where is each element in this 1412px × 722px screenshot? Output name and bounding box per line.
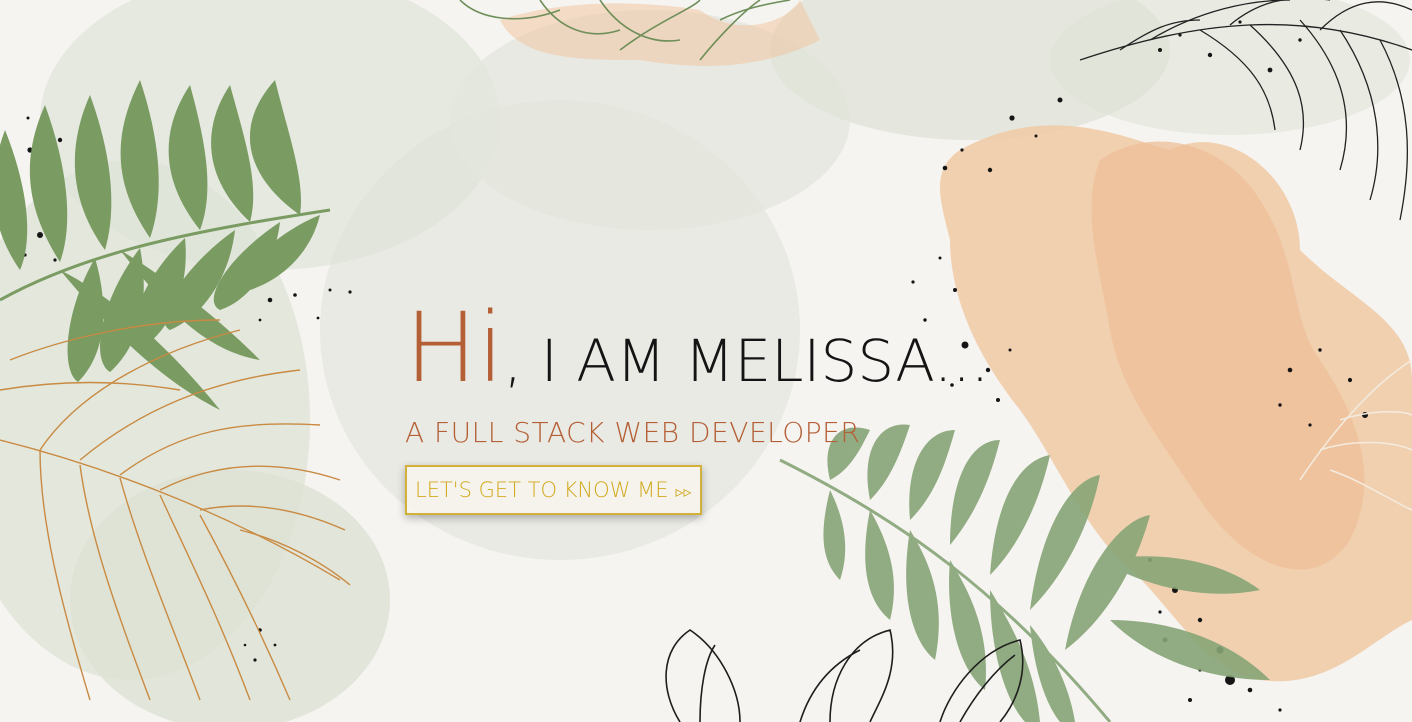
landing-page: Hi, I AM MELISSA... A FULL STACK WEB DEV… [0,0,1412,722]
double-chevron-right-icon: ▹▹ [675,481,692,501]
get-to-know-me-button[interactable]: LET'S GET TO KNOW ME ▹▹ [405,465,702,515]
intro-text: , I AM MELISSA... [503,327,990,395]
hero-section: Hi, I AM MELISSA... A FULL STACK WEB DEV… [405,300,989,515]
greeting-text: Hi [405,292,504,404]
cta-label: LET'S GET TO KNOW ME [415,478,669,502]
hero-subtitle: A FULL STACK WEB DEVELOPER [405,416,861,449]
hero-headline: Hi, I AM MELISSA... [405,300,989,396]
